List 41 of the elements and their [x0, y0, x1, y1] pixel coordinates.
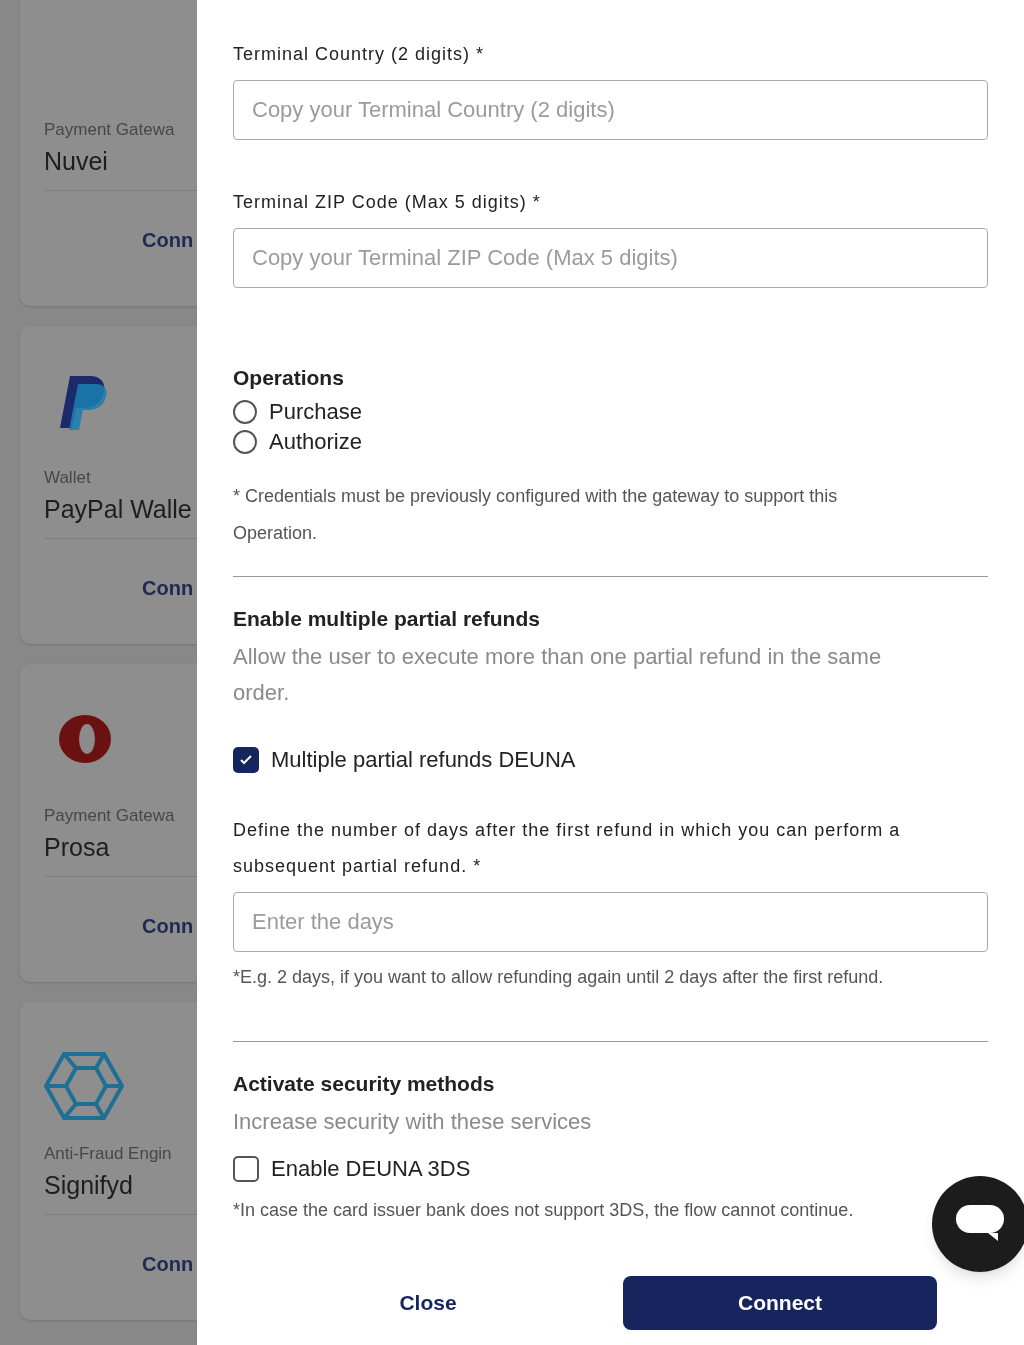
card-category: Payment Gatewa	[44, 119, 176, 141]
card-connect-link[interactable]: Conn	[142, 911, 197, 941]
connect-button[interactable]: Connect	[623, 1276, 937, 1330]
checkmark-icon	[239, 752, 253, 767]
field-hint: *E.g. 2 days, if you want to allow refunding again until 2 days after the first refund.	[233, 966, 885, 989]
card-category: Wallet	[44, 467, 92, 489]
text-field[interactable]: Copy your Terminal Country (2 digits)	[233, 80, 988, 140]
card-title: Prosa	[44, 832, 111, 863]
close-button[interactable]: Close	[233, 1276, 623, 1330]
chat-icon	[956, 1205, 1004, 1243]
card-title: Signifyd	[44, 1170, 134, 1201]
field-label: Define the number of days after the first refund in which you can perform a subsequent partial refund. *	[233, 819, 902, 878]
card-title: Nuvei	[44, 146, 109, 177]
radio-button[interactable]	[233, 400, 257, 424]
radio-button[interactable]	[233, 430, 257, 454]
hexagon-logo-icon	[44, 1052, 124, 1120]
days-field[interactable]: Enter the days	[233, 892, 988, 952]
ring-logo-icon	[58, 714, 112, 764]
card-category: Anti-Fraud Engin	[44, 1143, 173, 1165]
p-letter-logo-icon	[58, 376, 108, 432]
checkbox-label: Enable DEUNA 3DS	[271, 1155, 471, 1183]
text-field[interactable]: Copy your Terminal ZIP Code (Max 5 digits)	[233, 228, 988, 288]
security-note: *In case the card issuer bank does not support 3DS, the flow cannot continue.	[233, 1199, 855, 1222]
checkbox-label: Multiple partial refunds DEUNA	[271, 746, 576, 774]
section-title: Activate security methods	[233, 1071, 496, 1097]
radio-label: Authorize	[269, 430, 362, 454]
section-description: Allow the user to execute more than one partial refund in the same order.	[233, 643, 883, 707]
card-title: PayPal Walle	[44, 494, 193, 525]
operations-note: * Credentials must be previously configured with the gateway to support this Operation.	[233, 485, 839, 545]
card-category: Payment Gatewa	[44, 805, 176, 827]
card-connect-link[interactable]: Conn	[142, 573, 197, 603]
section-title: Operations	[233, 365, 345, 391]
section-title: Enable multiple partial refunds	[233, 606, 541, 632]
checkbox[interactable]	[233, 746, 259, 773]
checkbox[interactable]	[233, 1155, 259, 1182]
card-connect-link[interactable]: Conn	[142, 225, 197, 255]
field-label: Terminal Country (2 digits) *	[233, 43, 486, 66]
field-label: Terminal ZIP Code (Max 5 digits) *	[233, 191, 542, 214]
section-description: Increase security with these services	[233, 1108, 593, 1136]
radio-label: Purchase	[269, 400, 362, 424]
card-connect-link[interactable]: Conn	[142, 1249, 197, 1279]
